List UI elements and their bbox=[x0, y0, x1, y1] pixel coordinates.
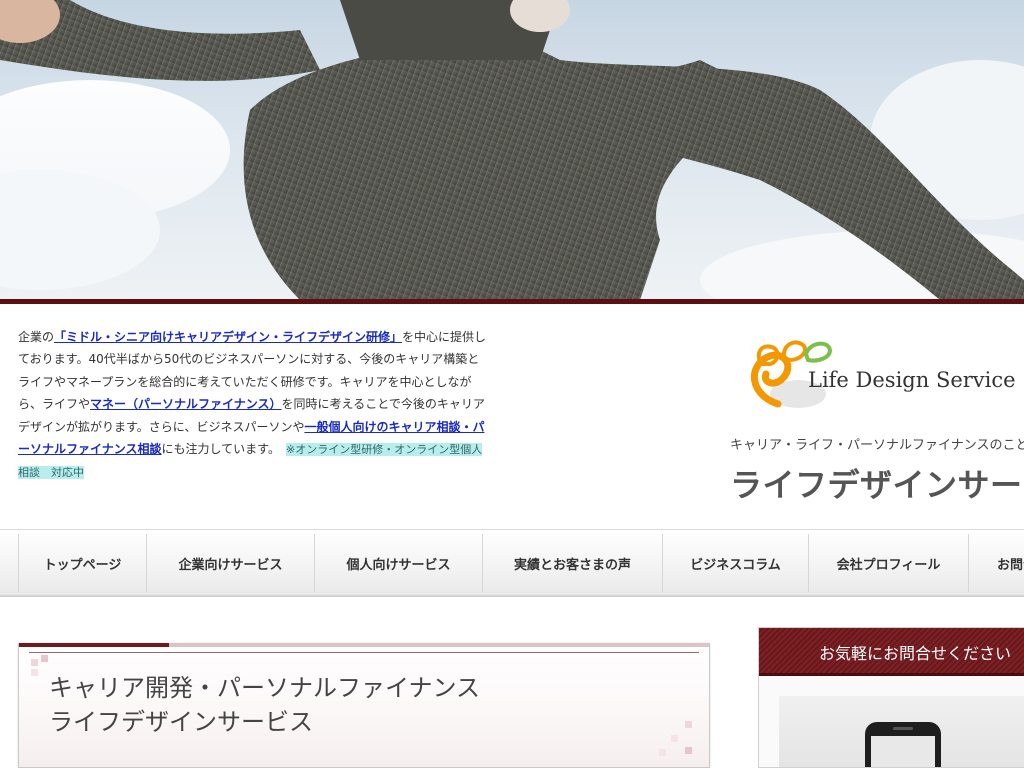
decor-square bbox=[671, 735, 678, 742]
decor-square bbox=[685, 721, 692, 728]
sidebar-contact-title: お気軽にお問合せください bbox=[819, 644, 1012, 663]
nav-item-results-testimonials[interactable]: 実績とお客さまの声 bbox=[482, 534, 662, 592]
link-middle-senior-training[interactable]: 「ミドル・シニア向けキャリアデザイン・ライフデザイン研修」 bbox=[54, 330, 402, 344]
main-title-line2: ライフデザインサービス bbox=[49, 708, 313, 736]
main-title-line1: キャリア開発・パーソナルファイナンス bbox=[49, 674, 481, 702]
nav-item-label: 会社プロフィール bbox=[836, 557, 941, 573]
link-money-personal-finance[interactable]: マネー（パーソナルファイナンス） bbox=[90, 397, 282, 411]
nav-item-top-page[interactable]: トップページ bbox=[18, 534, 146, 592]
nav-item-individual-services[interactable]: 個人向けサービス bbox=[314, 534, 482, 592]
main-title-box: キャリア開発・パーソナルファイナンス ライフデザインサービス bbox=[18, 643, 710, 768]
title-box-inner-rule bbox=[29, 652, 699, 653]
hero-businessman-illustration bbox=[0, 0, 1024, 300]
nav-item-label: 実績とお客さまの声 bbox=[513, 557, 631, 573]
hero-banner-image bbox=[0, 0, 1024, 300]
decor-square bbox=[31, 669, 38, 676]
site-header: 企業の「ミドル・シニア向けキャリアデザイン・ライフデザイン研修」を中心に提供して… bbox=[0, 304, 1024, 529]
nav-item-label: 個人向けサービス bbox=[346, 557, 451, 573]
brand-name[interactable]: ライフデザインサービス bbox=[730, 460, 1024, 506]
nav-item-business-column[interactable]: ビジネスコラム bbox=[662, 534, 808, 592]
nav-item-label: ビジネスコラム bbox=[690, 557, 781, 573]
intro-text: 企業の「ミドル・シニア向けキャリアデザイン・ライフデザイン研修」を中心に提供して… bbox=[18, 326, 488, 485]
global-nav: トップページ 企業向けサービス 個人向けサービス 実績とお客さまの声 ビジネスコ… bbox=[0, 529, 1024, 597]
nav-item-contact[interactable]: お問合せ bbox=[968, 534, 1024, 592]
smartphone-image[interactable] bbox=[779, 696, 1024, 767]
decor-square bbox=[41, 655, 48, 662]
decor-square bbox=[659, 749, 666, 756]
intro-text-4: にも注力しています。 bbox=[161, 442, 280, 457]
logo-text: Life Design Service bbox=[808, 368, 1016, 392]
title-box-accent-line bbox=[19, 643, 169, 647]
nav-item-label: お問合せ bbox=[997, 557, 1024, 573]
smartphone-icon bbox=[865, 722, 941, 767]
main-title: キャリア開発・パーソナルファイナンス ライフデザインサービス bbox=[49, 671, 480, 739]
sidebar-contact-header[interactable]: お気軽にお問合せください bbox=[759, 628, 1024, 676]
sidebar-contact-box: お気軽にお問合せください bbox=[758, 627, 1024, 768]
header-tagline: キャリア・ライフ・パーソナルファイナンスのことなら bbox=[730, 438, 1024, 453]
site-logo[interactable]: Life Design Service bbox=[748, 334, 1024, 414]
decor-square bbox=[685, 747, 692, 754]
nav-item-company-profile[interactable]: 会社プロフィール bbox=[808, 534, 968, 592]
decor-square bbox=[31, 659, 38, 666]
nav-item-label: 企業向けサービス bbox=[178, 557, 283, 573]
intro-text-1: 企業の bbox=[18, 330, 55, 344]
nav-item-label: トップページ bbox=[43, 557, 122, 573]
nav-item-corporate-services[interactable]: 企業向けサービス bbox=[146, 534, 314, 592]
title-box-top-line bbox=[169, 643, 709, 647]
